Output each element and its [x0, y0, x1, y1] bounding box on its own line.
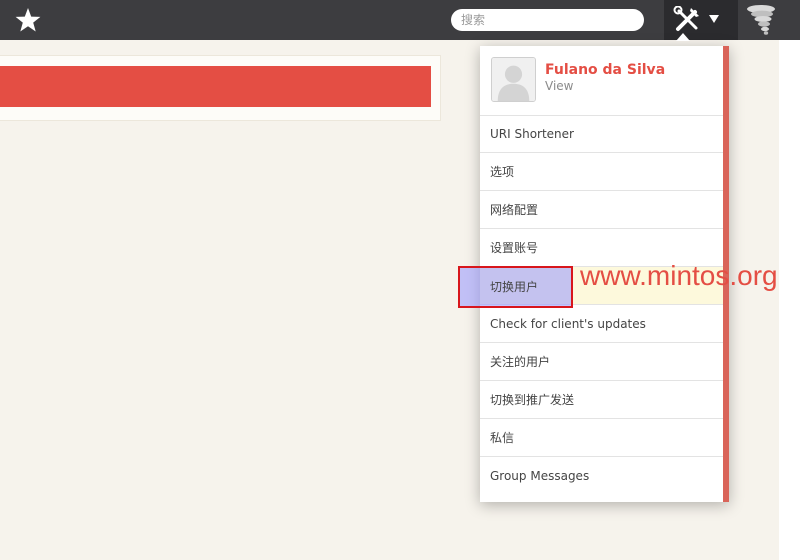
- menu-item-network-config[interactable]: 网络配置: [480, 191, 723, 229]
- red-banner: [0, 66, 431, 107]
- menu-pointer: [676, 33, 690, 41]
- tools-icon: [673, 6, 699, 31]
- profile-name[interactable]: Fulano da Silva: [545, 62, 665, 78]
- profile-header[interactable]: Fulano da Silva View: [480, 46, 723, 116]
- profile-view-link[interactable]: View: [545, 79, 573, 93]
- menu-item-uri-shortener[interactable]: URI Shortener: [480, 115, 723, 153]
- menu-item-options[interactable]: 选项: [480, 153, 723, 191]
- right-panel-edge: [779, 40, 800, 560]
- menu-item-followed-users[interactable]: 关注的用户: [480, 343, 723, 381]
- menu-item-group-messages[interactable]: Group Messages: [480, 457, 723, 495]
- watermark-text: www.mintos.org: [580, 260, 778, 291]
- avatar[interactable]: [491, 57, 536, 102]
- main-card: [0, 55, 441, 121]
- tornado-icon[interactable]: [744, 3, 778, 37]
- search-input[interactable]: [451, 9, 644, 31]
- star-icon[interactable]: [14, 6, 42, 34]
- menu-item-switch-promo[interactable]: 切换到推广发送: [480, 381, 723, 419]
- switch-user-label[interactable]: 切换用户: [490, 278, 538, 295]
- menu-item-direct-messages[interactable]: 私信: [480, 419, 723, 457]
- default-avatar-icon: [492, 58, 535, 101]
- menu-item-client-updates[interactable]: Check for client's updates: [480, 305, 723, 343]
- caret-down-icon: [709, 15, 719, 23]
